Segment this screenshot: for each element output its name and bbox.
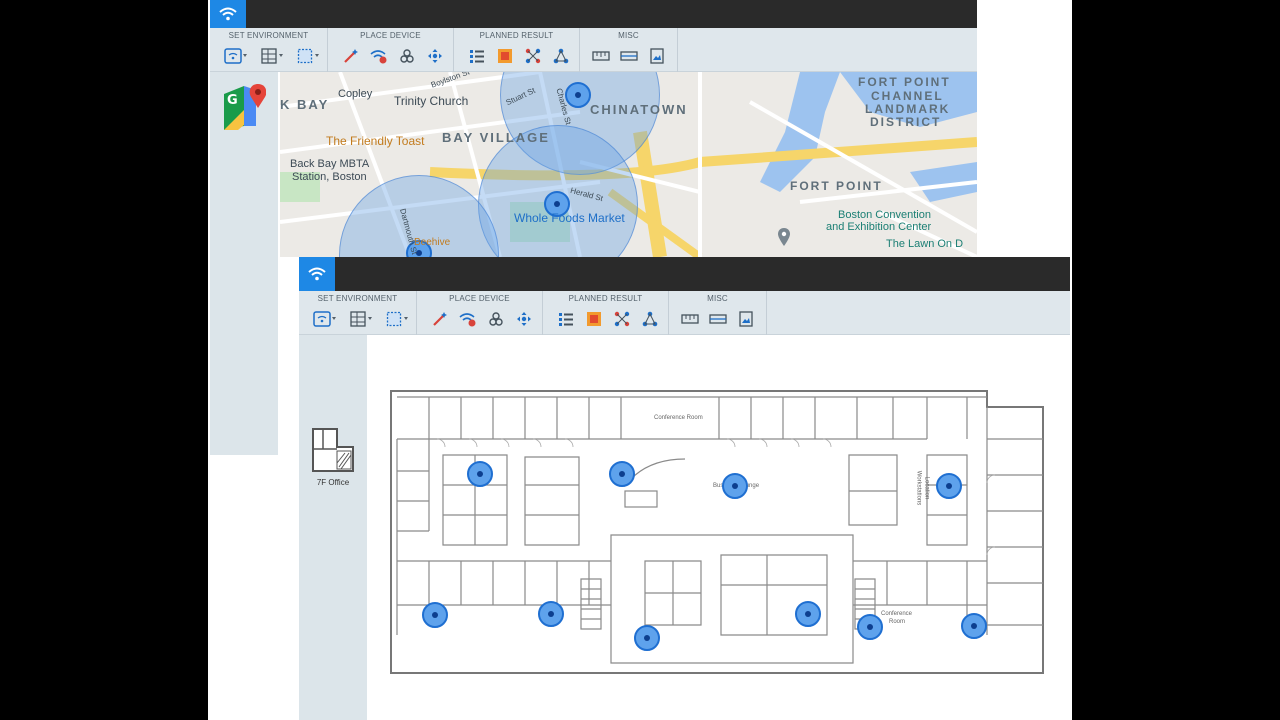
wifi-logo-icon — [210, 0, 246, 28]
floor-planner-window: SET ENVIRONMENT PLACE DEVICE PLANNED RES… — [299, 257, 1070, 720]
place-label: and Exhibition Center — [826, 221, 932, 233]
group-label: PLACE DEVICE — [360, 31, 421, 40]
magic-wand-icon[interactable] — [429, 309, 451, 329]
district-label: DISTRICT — [870, 115, 942, 129]
access-point-marker[interactable] — [467, 461, 493, 487]
list-view-icon[interactable] — [555, 309, 577, 329]
room-label: Conference — [881, 611, 913, 617]
group-label: SET ENVIRONMENT — [228, 31, 309, 40]
image-export-icon[interactable] — [646, 46, 668, 66]
title-bar — [210, 0, 977, 28]
measure-icon[interactable] — [590, 46, 612, 66]
access-point-marker[interactable] — [565, 82, 591, 108]
topology-icon[interactable] — [550, 46, 572, 66]
wifi-logo-icon — [299, 257, 335, 291]
place-label: Trinity Church — [394, 94, 469, 108]
access-point-marker[interactable] — [857, 614, 883, 640]
district-label: K BAY — [280, 97, 330, 112]
image-export-icon[interactable] — [735, 309, 757, 329]
room-label: Conference Room — [654, 415, 703, 421]
set-environment-group: SET ENVIRONMENT — [299, 291, 417, 335]
add-ap-icon[interactable] — [368, 46, 390, 66]
room-label: Room — [889, 619, 906, 625]
map-canvas[interactable]: K BAY CHINATOWN BAY VILLAGE FORT POINT C… — [280, 72, 977, 257]
district-label: CHANNEL — [871, 89, 944, 103]
group-label: MISC — [618, 31, 639, 40]
area-select-icon[interactable] — [294, 46, 319, 66]
group-label: SET ENVIRONMENT — [317, 294, 398, 303]
floor-thumbnail-icon[interactable] — [311, 427, 355, 473]
group-label: PLANNED RESULT — [568, 294, 643, 303]
place-label: Boston Convention — [838, 209, 931, 221]
list-view-icon[interactable] — [466, 46, 488, 66]
district-label: CHINATOWN — [590, 102, 688, 117]
move-device-icon[interactable] — [513, 309, 535, 329]
group-label: PLANNED RESULT — [479, 31, 554, 40]
title-bar — [299, 257, 1070, 291]
add-ap-icon[interactable] — [457, 309, 479, 329]
group-label: MISC — [707, 294, 728, 303]
floor-grid-icon[interactable] — [347, 309, 372, 329]
planned-result-group: PLANNED RESULT — [543, 291, 669, 335]
district-label: BAY VILLAGE — [442, 130, 550, 145]
access-point-marker[interactable] — [609, 461, 635, 487]
set-environment-group: SET ENVIRONMENT — [210, 28, 328, 72]
access-point-marker[interactable] — [538, 601, 564, 627]
location-pin-icon — [778, 228, 790, 251]
magic-wand-icon[interactable] — [340, 46, 362, 66]
topology-icon[interactable] — [639, 309, 661, 329]
google-maps-icon[interactable]: G — [222, 82, 267, 132]
ribbon-toolbar: SET ENVIRONMENT PLACE DEVICE PLANNED RES… — [210, 28, 977, 72]
screenshot-stage: SET ENVIRONMENT PLACE DEVICE PLANNED RES… — [208, 0, 1072, 720]
place-device-group: PLACE DEVICE — [328, 28, 454, 72]
floor-grid-icon[interactable] — [258, 46, 283, 66]
place-device-group: PLACE DEVICE — [417, 291, 543, 335]
district-label: LANDMARK — [865, 102, 951, 116]
floor-plan-drawing — [390, 390, 1044, 674]
device-group-icon[interactable] — [485, 309, 507, 329]
access-point-marker[interactable] — [422, 602, 448, 628]
room-label: Workstations — [915, 470, 922, 506]
misc-group: MISC — [580, 28, 678, 72]
floor-list-panel: 7F Office — [299, 335, 367, 720]
device-group-icon[interactable] — [396, 46, 418, 66]
access-point-marker[interactable] — [936, 473, 962, 499]
ruler-scale-icon[interactable] — [707, 309, 729, 329]
svg-text:G: G — [227, 93, 238, 108]
place-label: Beehive — [414, 237, 451, 248]
floor-list-panel: G — [210, 72, 278, 455]
place-label: The Friendly Toast — [326, 134, 425, 148]
access-point-marker[interactable] — [722, 473, 748, 499]
measure-icon[interactable] — [679, 309, 701, 329]
group-label: PLACE DEVICE — [449, 294, 510, 303]
heatmap-icon[interactable] — [494, 46, 516, 66]
place-label: The Lawn On D — [886, 238, 964, 250]
ribbon-toolbar: SET ENVIRONMENT PLACE DEVICE PLANNED RES… — [299, 291, 1070, 335]
planned-result-group: PLANNED RESULT — [454, 28, 580, 72]
wifi-env-icon[interactable] — [311, 309, 336, 329]
heatmap-icon[interactable] — [583, 309, 605, 329]
place-label: Whole Foods Market — [514, 211, 625, 225]
place-label: Copley — [338, 88, 373, 100]
channel-plan-icon[interactable] — [522, 46, 544, 66]
access-point-marker[interactable] — [795, 601, 821, 627]
channel-plan-icon[interactable] — [611, 309, 633, 329]
district-label: FORT POINT — [790, 179, 883, 193]
misc-group: MISC — [669, 291, 767, 335]
floor-name-label: 7F Office — [316, 478, 350, 487]
district-label: FORT POINT — [858, 75, 951, 89]
move-device-icon[interactable] — [424, 46, 446, 66]
place-label: Back Bay MBTA — [290, 158, 370, 170]
wifi-env-icon[interactable] — [222, 46, 247, 66]
area-select-icon[interactable] — [383, 309, 408, 329]
floor-plan-canvas[interactable]: Conference Room Business Lounge Workstat… — [367, 335, 1070, 720]
access-point-marker[interactable] — [634, 625, 660, 651]
ruler-scale-icon[interactable] — [618, 46, 640, 66]
room-label: Location — [923, 476, 930, 500]
access-point-marker[interactable] — [961, 613, 987, 639]
place-label: Station, Boston — [292, 171, 367, 183]
